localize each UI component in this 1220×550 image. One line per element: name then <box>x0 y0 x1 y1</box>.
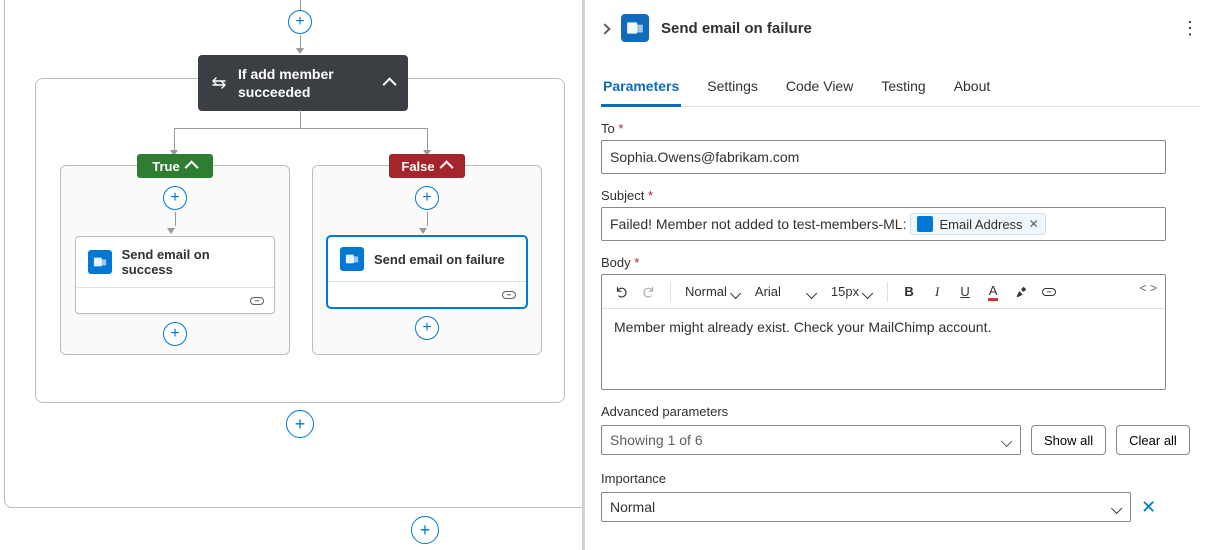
to-value: Sophia.Owens@fabrikam.com <box>610 149 799 165</box>
body-editor[interactable]: Normal Arial 15px B I U A < > Member mig… <box>601 274 1166 390</box>
body-toolbar: Normal Arial 15px B I U A < > <box>602 275 1165 309</box>
chevron-down-icon <box>1111 503 1122 514</box>
send-email-failure-card[interactable]: Send email on failure <box>327 236 527 308</box>
insert-step-after-condition-button[interactable]: + <box>286 410 314 438</box>
send-email-success-card[interactable]: Send email on success <box>75 236 275 314</box>
condition-title: If add member succeeded <box>238 65 376 101</box>
action-title: Send email on success <box>122 247 262 277</box>
collapse-icon[interactable] <box>443 159 453 174</box>
insert-step-true-top-button[interactable]: + <box>163 186 187 210</box>
show-all-button[interactable]: Show all <box>1031 425 1106 455</box>
underline-button[interactable]: U <box>954 280 976 304</box>
link-button[interactable] <box>1038 280 1060 304</box>
body-label: Body * <box>601 255 1200 270</box>
outlook-icon <box>621 14 649 42</box>
code-toggle-button[interactable]: < > <box>1140 281 1157 295</box>
to-input[interactable]: Sophia.Owens@fabrikam.com <box>601 140 1166 174</box>
body-text[interactable]: Member might already exist. Check your M… <box>602 309 1165 389</box>
connector-line <box>175 212 176 226</box>
subject-prefix: Failed! Member not added to test-members… <box>610 216 906 232</box>
font-size-select[interactable]: 15px <box>827 284 877 299</box>
link-icon <box>502 291 516 299</box>
email-address-token[interactable]: Email Address ✕ <box>910 213 1045 235</box>
false-badge: False <box>389 154 465 178</box>
action-properties-panel: Send email on failure ⋮ Parameters Setti… <box>585 0 1220 550</box>
collapse-panel-button[interactable] <box>601 20 609 36</box>
font-style-select[interactable]: Normal <box>681 284 745 299</box>
condition-icon <box>210 74 228 92</box>
font-color-button[interactable]: A <box>982 280 1004 304</box>
tab-code-view[interactable]: Code View <box>784 72 855 106</box>
panel-title: Send email on failure <box>661 20 812 37</box>
true-branch: True + Send email on success + <box>60 165 290 355</box>
true-badge: True <box>137 154 213 178</box>
link-icon <box>250 297 264 305</box>
insert-step-bottom-button[interactable]: + <box>411 516 439 544</box>
token-icon <box>917 216 933 232</box>
insert-step-top-button[interactable]: + <box>288 10 312 34</box>
bold-button[interactable]: B <box>898 280 920 304</box>
insert-step-false-top-button[interactable]: + <box>415 186 439 210</box>
remove-importance-button[interactable]: ✕ <box>1141 497 1156 518</box>
token-label: Email Address <box>939 217 1022 232</box>
outlook-icon <box>88 250 112 274</box>
collapse-icon[interactable] <box>386 75 396 91</box>
condition-card[interactable]: If add member succeeded <box>198 55 408 111</box>
subject-input[interactable]: Failed! Member not added to test-members… <box>601 207 1166 241</box>
action-title: Send email on failure <box>374 252 505 267</box>
false-badge-label: False <box>401 159 434 174</box>
tab-about[interactable]: About <box>952 72 993 106</box>
importance-label: Importance <box>601 471 1200 486</box>
insert-step-true-bottom-button[interactable]: + <box>163 322 187 346</box>
workflow-canvas[interactable]: + If add member succeeded True + <box>0 0 585 550</box>
collapse-icon[interactable] <box>188 159 198 174</box>
panel-tabs: Parameters Settings Code View Testing Ab… <box>601 72 1200 107</box>
arrow-icon <box>167 228 175 234</box>
arrow-icon <box>419 228 427 234</box>
connector-line <box>427 212 428 226</box>
adv-select-text: Showing 1 of 6 <box>610 432 703 448</box>
connector-line <box>300 110 301 128</box>
highlight-button[interactable] <box>1010 280 1032 304</box>
arrow-icon <box>296 48 304 54</box>
importance-value: Normal <box>610 499 655 515</box>
advanced-parameters-select[interactable]: Showing 1 of 6 <box>601 425 1021 455</box>
to-label: To * <box>601 121 1200 136</box>
insert-step-false-bottom-button[interactable]: + <box>415 316 439 340</box>
font-family-select[interactable]: Arial <box>751 284 821 299</box>
token-remove-button[interactable]: ✕ <box>1029 217 1039 231</box>
connector-line <box>175 128 427 129</box>
tab-parameters[interactable]: Parameters <box>601 72 681 107</box>
subject-label: Subject * <box>601 188 1200 203</box>
tab-testing[interactable]: Testing <box>879 72 927 106</box>
panel-more-button[interactable]: ⋮ <box>1181 19 1200 37</box>
undo-button[interactable] <box>610 280 632 304</box>
tab-settings[interactable]: Settings <box>705 72 760 106</box>
italic-button[interactable]: I <box>926 280 948 304</box>
true-badge-label: True <box>152 159 179 174</box>
chevron-down-icon <box>1001 436 1012 447</box>
redo-button[interactable] <box>638 280 660 304</box>
importance-select[interactable]: Normal <box>601 492 1131 522</box>
false-branch: False + Send email on failure <box>312 165 542 355</box>
clear-all-button[interactable]: Clear all <box>1116 425 1190 455</box>
advanced-parameters-label: Advanced parameters <box>601 404 1200 419</box>
outlook-icon <box>340 247 364 271</box>
